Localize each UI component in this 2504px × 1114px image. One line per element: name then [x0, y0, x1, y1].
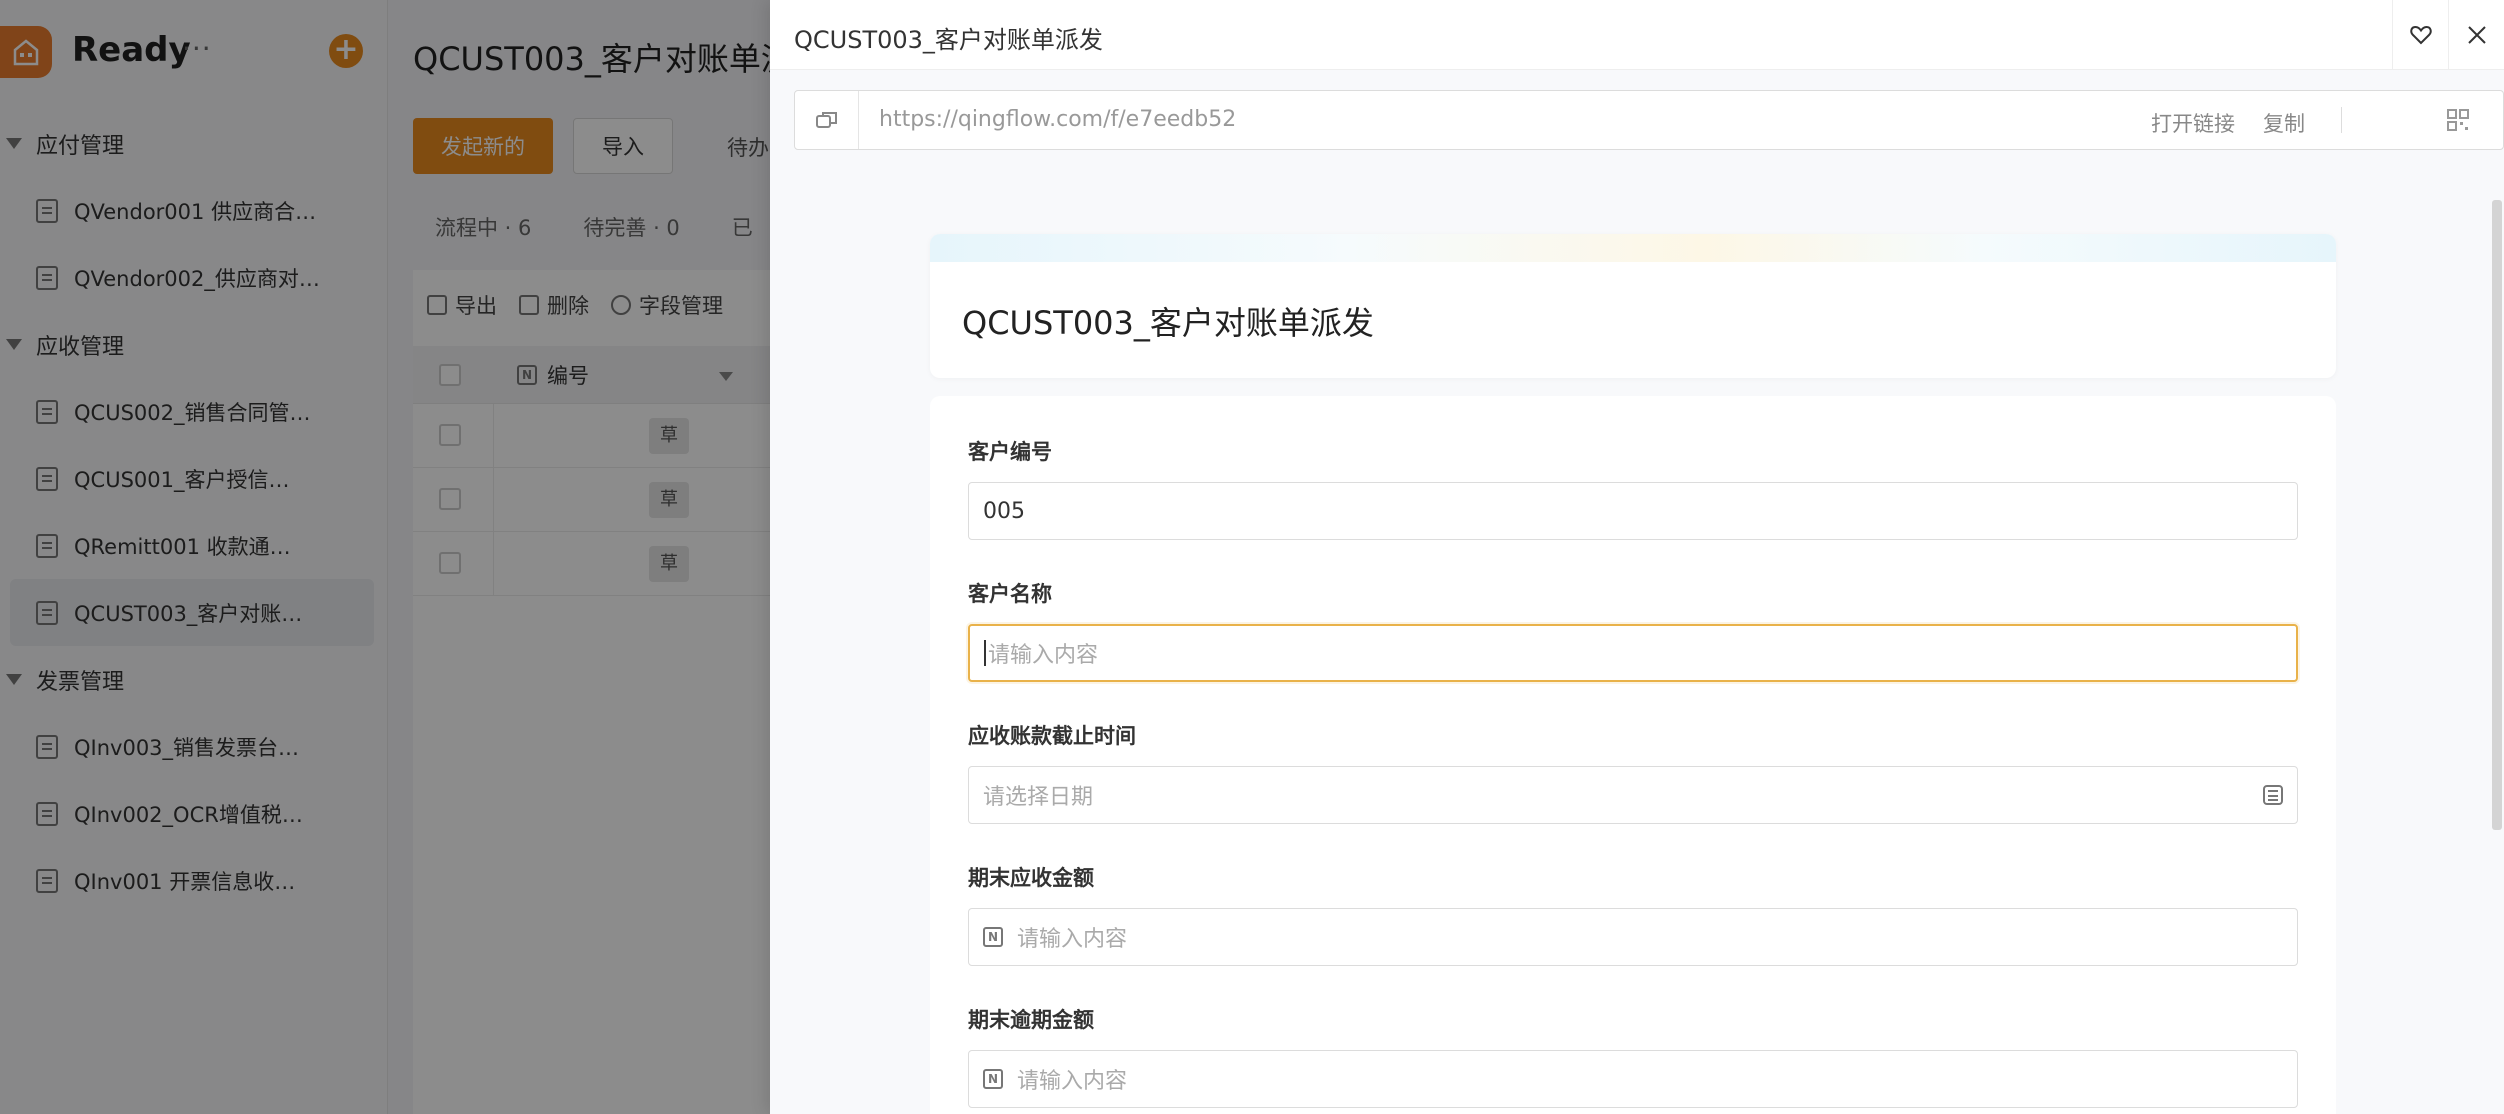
form-header-card: QCUST003_客户对账单派发	[930, 234, 2336, 378]
ending-overdue-placeholder: 请输入内容	[1017, 1069, 1128, 1094]
customer-id-input[interactable]: 005	[968, 482, 2298, 540]
close-icon	[2467, 26, 2486, 44]
customer-id-value: 005	[983, 498, 1025, 524]
field-label-customer-name: 客户名称	[968, 582, 1052, 606]
form-drawer: QCUST003_客户对账单派发 https://qingflow.com/f/…	[770, 0, 2504, 1114]
field-label-ending-receivable: 期末应收金额	[968, 866, 1094, 890]
customer-name-placeholder: 请输入内容	[988, 643, 1099, 668]
close-button[interactable]	[2448, 0, 2504, 70]
share-url-text[interactable]: https://qingflow.com/f/e7eedb52	[879, 107, 1236, 132]
number-field-icon: N	[983, 1069, 1003, 1089]
form-title: QCUST003_客户对账单派发	[962, 304, 1374, 342]
modal-overlay[interactable]	[0, 0, 770, 1114]
field-label-customer-id: 客户编号	[968, 440, 1052, 464]
cutoff-date-placeholder: 请选择日期	[983, 785, 1094, 810]
qr-code-icon[interactable]	[2447, 109, 2469, 131]
open-link-button[interactable]: 打开链接	[2151, 108, 2235, 138]
calendar-icon[interactable]	[2263, 785, 2283, 805]
customer-name-input[interactable]: 请输入内容	[968, 624, 2298, 682]
drawer-header: QCUST003_客户对账单派发	[770, 0, 2504, 70]
divider	[2341, 107, 2342, 133]
form-header-banner	[930, 234, 2336, 262]
drawer-title: QCUST003_客户对账单派发	[794, 26, 1103, 54]
ending-receivable-placeholder: 请输入内容	[1017, 927, 1128, 952]
heart-icon	[2409, 25, 2432, 45]
cutoff-date-picker[interactable]: 请选择日期	[968, 766, 2298, 824]
number-field-icon: N	[983, 927, 1003, 947]
field-label-ending-overdue: 期末逾期金额	[968, 1008, 1094, 1032]
copy-icon	[815, 112, 837, 128]
scrollbar[interactable]	[2492, 200, 2502, 830]
ending-receivable-input[interactable]: N 请输入内容	[968, 908, 2298, 966]
share-url-bar: https://qingflow.com/f/e7eedb52 打开链接 复制	[794, 90, 2504, 150]
favorite-button[interactable]	[2392, 0, 2448, 70]
ending-overdue-input[interactable]: N 请输入内容	[968, 1050, 2298, 1108]
copy-url-button[interactable]	[795, 91, 859, 149]
field-label-cutoff-date: 应收账款截止时间	[968, 724, 1136, 748]
text-cursor	[984, 640, 986, 666]
form-body: 客户编号 005 客户名称 请输入内容 应收账款截止时间 请选择日期 期末应收金…	[930, 396, 2336, 1114]
copy-link-button[interactable]: 复制	[2263, 108, 2305, 138]
